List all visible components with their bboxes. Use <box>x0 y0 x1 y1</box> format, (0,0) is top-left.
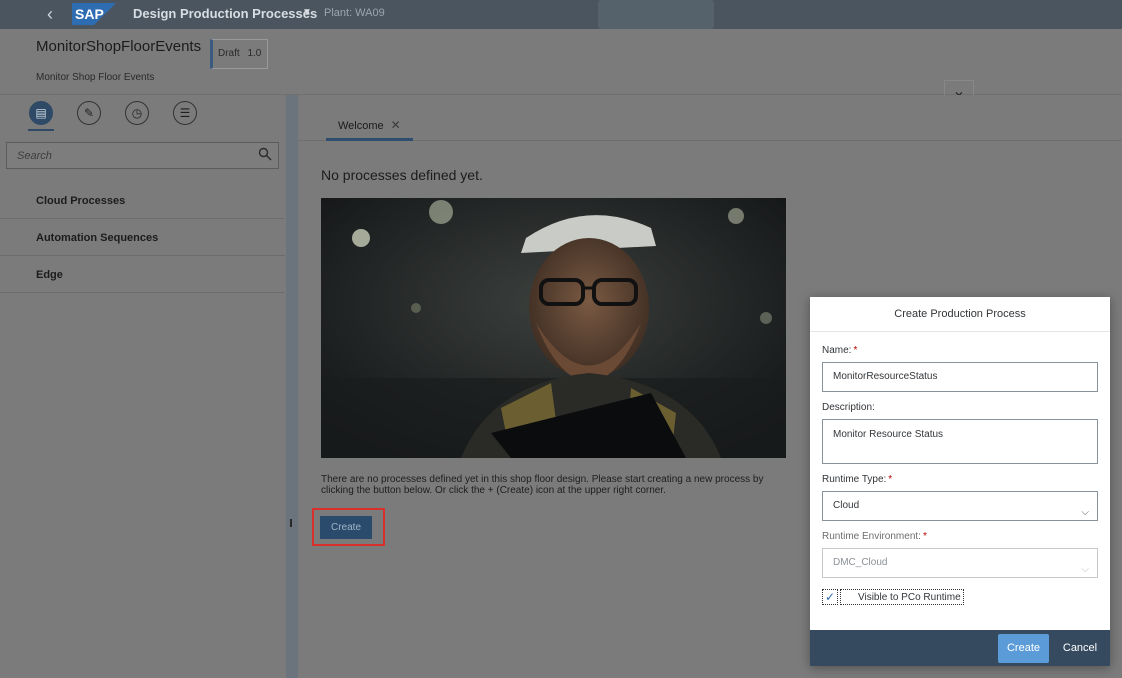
dialog-title: Create Production Process <box>810 297 1110 332</box>
object-name: MonitorShopFloorEvents <box>36 38 202 55</box>
caret-down-icon[interactable]: ▼ <box>302 7 312 18</box>
category-automation-sequences[interactable]: Automation Sequences <box>0 220 285 256</box>
empty-heading: No processes defined yet. <box>321 167 483 183</box>
runtime-type-label-text: Runtime Type: <box>822 474 887 485</box>
history-icon[interactable]: ◷ <box>125 101 149 125</box>
active-tool-indicator <box>28 129 54 131</box>
dialog-cancel-button[interactable]: Cancel <box>1056 634 1104 663</box>
category-label: Automation Sequences <box>36 232 159 244</box>
runtime-type-value: Cloud <box>833 500 860 511</box>
required-mark: * <box>922 531 927 542</box>
runtime-type-label: Runtime Type: * <box>822 474 892 485</box>
tab-label: Welcome <box>338 120 384 132</box>
plant-label: Plant: WA09 <box>324 7 385 19</box>
create-process-dialog: Create Production Process Name: * Monitor… <box>810 297 1110 666</box>
settings-list-icon[interactable]: ☰ <box>173 101 197 125</box>
checkmark-icon: ✓ <box>824 590 836 604</box>
splitter-grip[interactable] <box>290 519 292 527</box>
chevron-down-icon: ⌵ <box>1081 564 1089 575</box>
edit-icon[interactable]: ✎ <box>77 101 101 125</box>
name-value: MonitorResourceStatus <box>833 371 938 382</box>
name-label-text: Name: <box>822 345 852 356</box>
create-process-button[interactable]: Create <box>320 516 372 539</box>
category-cloud-processes[interactable]: Cloud Processes <box>0 183 285 219</box>
dialog-create-button[interactable]: Create <box>998 634 1049 663</box>
description-label: Description: <box>822 402 875 413</box>
runtime-env-value: DMC_Cloud <box>833 557 888 568</box>
runtime-environment-label: Runtime Environment: * <box>822 531 927 542</box>
pco-runtime-label[interactable]: Visible to PCo Runtime <box>840 589 964 605</box>
shell-bar: ‹ SAP Design Production Processes ▼ Plan… <box>0 0 1122 29</box>
name-label: Name: * <box>822 345 857 356</box>
svg-text:SAP: SAP <box>75 6 104 22</box>
category-label: Cloud Processes <box>36 195 126 207</box>
description-textarea[interactable]: Monitor Resource Status <box>822 419 1098 464</box>
draft-badge[interactable]: Draft 1.0 <box>210 39 268 69</box>
chevron-down-icon[interactable]: ⌵ <box>1081 499 1089 527</box>
left-panel: ▤ ✎ ◷ ☰ Search Cloud Processes Automatio… <box>0 95 285 678</box>
version-text: 1.0 <box>247 48 262 59</box>
status-text: Draft <box>218 48 240 59</box>
tab-bar: Welcome ✕ <box>298 95 1122 141</box>
search-icon[interactable] <box>258 147 272 161</box>
info-text: There are no processes defined yet in th… <box>321 474 764 496</box>
description-value: Monitor Resource Status <box>833 429 944 440</box>
pco-runtime-checkbox[interactable]: ✓ <box>822 589 838 605</box>
panel-splitter[interactable] <box>286 95 298 678</box>
back-icon[interactable]: ‹ <box>40 4 60 24</box>
dialog-footer: Create Cancel <box>810 630 1110 666</box>
category-label: Edge <box>36 269 63 281</box>
shell-search-area[interactable] <box>598 0 714 29</box>
object-description: Monitor Shop Floor Events <box>36 72 155 83</box>
process-tree-icon[interactable]: ▤ <box>29 101 53 125</box>
tab-welcome[interactable]: Welcome ✕ <box>326 113 413 141</box>
name-input[interactable]: MonitorResourceStatus <box>822 362 1098 392</box>
app-title[interactable]: Design Production Processes <box>133 6 317 21</box>
runtime-type-select[interactable]: Cloud ⌵ <box>822 491 1098 521</box>
worker-illustration <box>321 198 786 458</box>
required-mark: * <box>888 474 893 485</box>
object-header: MonitorShopFloorEvents Draft 1.0 Monitor… <box>0 30 1122 102</box>
close-icon[interactable]: ✕ <box>391 118 401 132</box>
category-edge[interactable]: Edge <box>0 257 285 293</box>
search-input[interactable]: Search <box>6 142 279 169</box>
sap-logo[interactable]: SAP <box>72 3 116 25</box>
runtime-environment-select: DMC_Cloud ⌵ <box>822 548 1098 578</box>
required-mark: * <box>853 345 858 356</box>
create-button-highlight: Create <box>312 508 385 546</box>
runtime-env-label-text: Runtime Environment: <box>822 531 921 542</box>
search-placeholder: Search <box>17 150 52 162</box>
